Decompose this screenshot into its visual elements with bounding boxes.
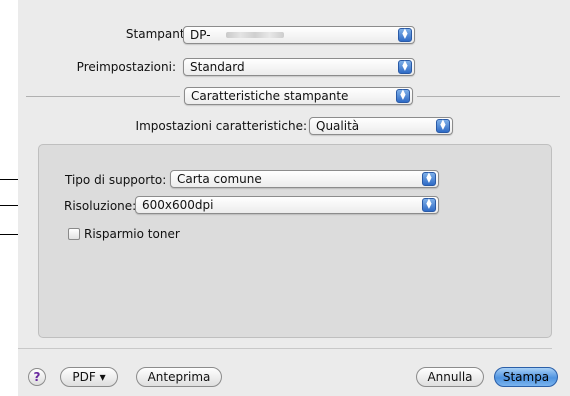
- help-button[interactable]: ?: [28, 368, 46, 386]
- footer-separator: [18, 348, 552, 349]
- toner-save-label: Risparmio toner: [84, 227, 180, 241]
- printer-value: DP-: [190, 28, 211, 42]
- popup-arrows-icon: ▲ ▼: [398, 28, 412, 42]
- redacted-printer-name: [226, 32, 284, 38]
- resolution-label: Risoluzione:: [64, 199, 137, 213]
- popup-arrows-icon: ▲ ▼: [398, 60, 412, 74]
- toner-save-checkbox[interactable]: [68, 228, 80, 240]
- resolution-value: 600x600dpi: [142, 198, 214, 212]
- popup-arrows-icon: ▲ ▼: [436, 119, 450, 133]
- feature-settings-label: Impostazioni caratteristiche:: [135, 119, 307, 133]
- media-type-popup[interactable]: Carta comune ▲ ▼: [170, 170, 439, 188]
- popup-arrows-icon: ▲ ▼: [396, 89, 410, 103]
- separator-left: [26, 96, 180, 97]
- presets-value: Standard: [190, 60, 245, 74]
- pdf-button[interactable]: PDF ▾: [60, 367, 118, 387]
- popup-arrows-icon: ▲ ▼: [422, 198, 436, 212]
- pane-popup[interactable]: Caratteristiche stampante ▲ ▼: [184, 87, 413, 105]
- pane-value: Caratteristiche stampante: [191, 89, 349, 103]
- popup-arrows-icon: ▲ ▼: [422, 172, 436, 186]
- feature-settings-popup[interactable]: Qualità ▲ ▼: [309, 117, 453, 135]
- print-dialog: Stampante: DP- ▲ ▼ Preimpostazioni: Stand…: [18, 0, 570, 396]
- preview-button[interactable]: Anteprima: [136, 367, 222, 387]
- presets-label: Preimpostazioni:: [76, 60, 176, 74]
- printer-popup[interactable]: DP- ▲ ▼: [183, 26, 415, 44]
- print-button[interactable]: Stampa: [494, 367, 558, 387]
- feature-settings-value: Qualità: [316, 119, 360, 133]
- media-type-value: Carta comune: [177, 172, 262, 186]
- separator-right: [417, 96, 560, 97]
- presets-popup[interactable]: Standard ▲ ▼: [183, 58, 415, 76]
- media-type-label: Tipo di supporto:: [65, 173, 167, 187]
- printer-label: Stampante:: [125, 27, 196, 41]
- resolution-popup[interactable]: 600x600dpi ▲ ▼: [135, 196, 439, 214]
- cancel-button[interactable]: Annulla: [416, 367, 484, 387]
